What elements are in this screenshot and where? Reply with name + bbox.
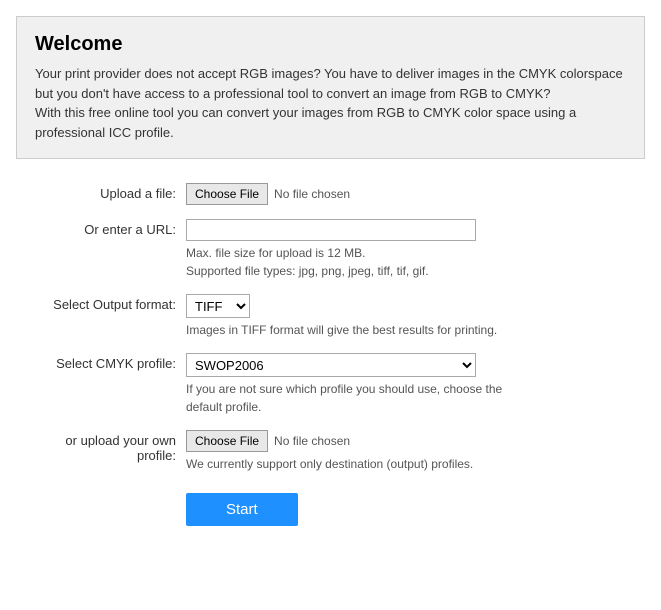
choose-file-button-1[interactable]: Choose File	[186, 183, 268, 205]
welcome-title: Welcome	[35, 33, 626, 56]
output-format-label: Select Output format:	[26, 294, 186, 312]
choose-file-button-2[interactable]: Choose File	[186, 430, 268, 452]
url-control: Max. file size for upload is 12 MB. Supp…	[186, 219, 635, 280]
url-label: Or enter a URL:	[26, 219, 186, 237]
cmyk-profile-select[interactable]: SWOP2006 Fogra39 GRACoL2006 JapanColor20…	[186, 353, 476, 377]
cmyk-profile-hint-2: default profile.	[186, 400, 261, 414]
own-profile-row: or upload your ownprofile: Choose File N…	[26, 430, 635, 473]
own-profile-hint: We currently support only destination (o…	[186, 455, 635, 473]
output-format-select[interactable]: TIFF JPEG PNG	[186, 294, 250, 318]
cmyk-profile-row: Select CMYK profile: SWOP2006 Fogra39 GR…	[26, 353, 635, 416]
hint-filetypes: Supported file types: jpg, png, jpeg, ti…	[186, 262, 635, 280]
own-profile-control: Choose File No file chosen We currently …	[186, 430, 635, 473]
no-file-text-2: No file chosen	[274, 434, 350, 448]
hint-filesize: Max. file size for upload is 12 MB.	[186, 244, 635, 262]
output-format-hint: Images in TIFF format will give the best…	[186, 321, 635, 339]
no-file-text-1: No file chosen	[274, 187, 350, 201]
url-input[interactable]	[186, 219, 476, 241]
output-format-row: Select Output format: TIFF JPEG PNG Imag…	[26, 294, 635, 339]
url-row: Or enter a URL: Max. file size for uploa…	[26, 219, 635, 280]
welcome-description: Your print provider does not accept RGB …	[35, 64, 626, 142]
cmyk-profile-control: SWOP2006 Fogra39 GRACoL2006 JapanColor20…	[186, 353, 635, 416]
cmyk-profile-label: Select CMYK profile:	[26, 353, 186, 371]
start-row: Start	[26, 487, 635, 526]
form-area: Upload a file: Choose File No file chose…	[16, 183, 645, 526]
upload-file-row: Upload a file: Choose File No file chose…	[26, 183, 635, 205]
upload-control: Choose File No file chosen	[186, 183, 635, 205]
file-input-wrapper-1: Choose File No file chosen	[186, 183, 635, 205]
welcome-box: Welcome Your print provider does not acc…	[16, 16, 645, 159]
cmyk-profile-hint-1: If you are not sure which profile you sh…	[186, 382, 502, 396]
file-input-wrapper-2: Choose File No file chosen	[186, 430, 635, 452]
upload-label: Upload a file:	[26, 183, 186, 201]
output-format-control: TIFF JPEG PNG Images in TIFF format will…	[186, 294, 635, 339]
own-profile-label: or upload your ownprofile:	[26, 430, 186, 463]
start-button[interactable]: Start	[186, 493, 298, 526]
